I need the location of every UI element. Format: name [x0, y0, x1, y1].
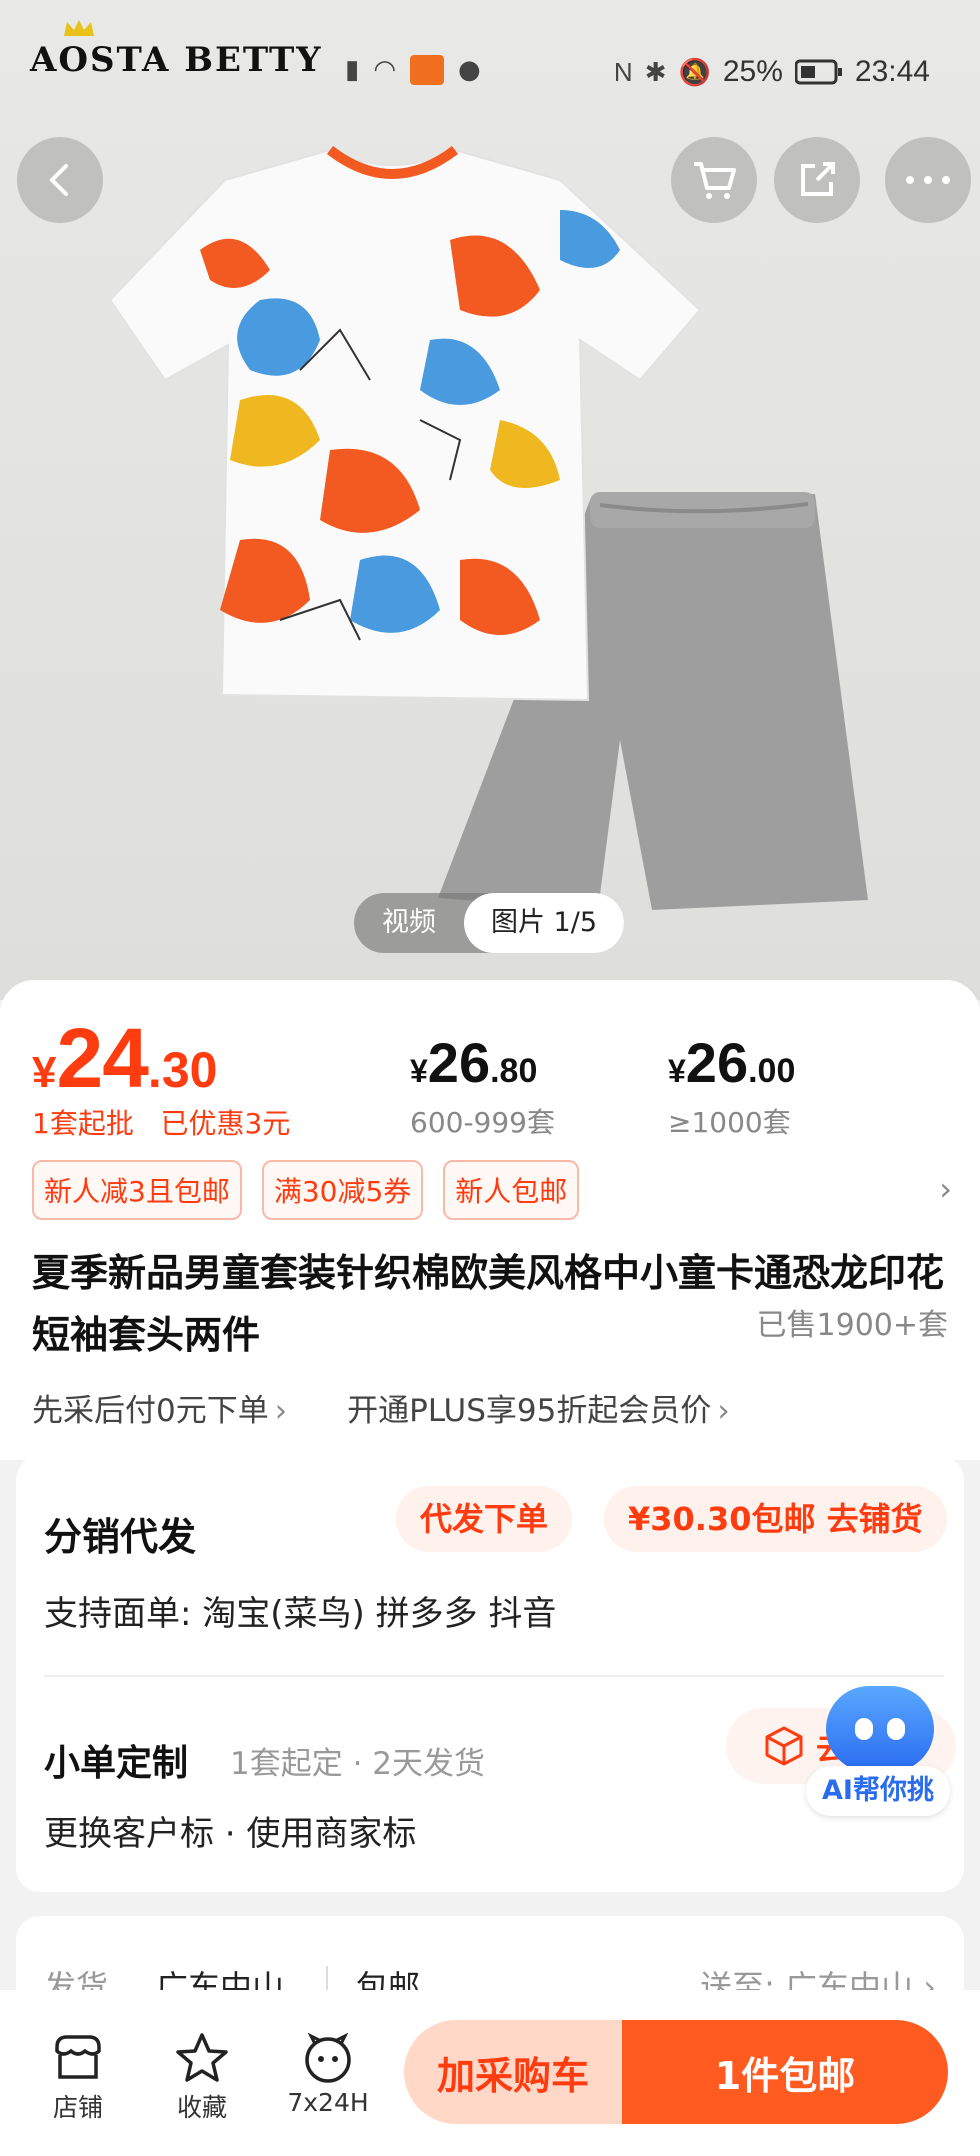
custom-order-options: 更换客户标 · 使用商家标: [44, 1814, 417, 1854]
bluetooth-icon: ✱: [644, 56, 667, 87]
service-icon: [305, 2032, 351, 2083]
distribution-title: 分销代发: [44, 1515, 197, 1559]
custom-order-title: 小单定制: [44, 1743, 189, 1784]
chevron-right-icon[interactable]: ›: [939, 1170, 952, 1208]
price-tier: ¥26.80 600-999套: [410, 1031, 555, 1139]
nfc-icon: N: [613, 56, 633, 87]
favorite-button[interactable]: 收藏: [152, 2028, 252, 2124]
tier-range: ≥1000套: [668, 1106, 791, 1139]
product-gallery[interactable]: AOSTA BETTY ▮ ◠ ● N ✱ 🔕 25% 23:44 视频 图片 …: [0, 0, 980, 1000]
back-icon: [49, 164, 68, 196]
add-to-cart-button[interactable]: 加采购车: [404, 2020, 622, 2124]
wifi-icon: ◠: [373, 55, 396, 85]
coupon-tag[interactable]: 新人减3且包邮: [32, 1160, 242, 1220]
promo-links: 先采后付0元下单 › 开通PLUS享95折起会员价 ›: [32, 1385, 730, 1430]
tab-photo[interactable]: 图片 1/5: [464, 893, 624, 953]
promo-pay-later[interactable]: 先采后付0元下单 ›: [32, 1385, 287, 1430]
discount-label: 已优惠3元: [160, 1107, 291, 1140]
waybill-support: 支持面单: 淘宝(菜鸟) 拼多多 抖音: [44, 1594, 557, 1634]
battery-percent: 25%: [722, 55, 783, 88]
divider: [44, 1675, 944, 1677]
promo-plus-member[interactable]: 开通PLUS享95折起会员价 ›: [347, 1385, 730, 1430]
wechat-icon: ●: [458, 55, 481, 85]
ai-robot-icon: [826, 1686, 934, 1772]
ai-assistant-label: AI帮你挑: [806, 1766, 950, 1816]
cart-button[interactable]: [671, 137, 757, 223]
shop-button[interactable]: 店铺: [28, 2028, 128, 2124]
share-icon: [801, 162, 835, 196]
sold-count: 已售1900+套: [756, 1308, 948, 1343]
app-notification-icon: [410, 55, 444, 85]
status-icons-left: ▮ ◠ ●: [345, 55, 481, 85]
dropship-order-button[interactable]: 代发下单: [396, 1486, 573, 1552]
status-icons-right: N ✱ 🔕 25% 23:44: [614, 55, 930, 89]
battery-icon: [794, 59, 842, 85]
tier-range: 600-999套: [410, 1106, 555, 1139]
coupon-list: 新人减3且包邮 满30减5券 新人包邮: [32, 1160, 580, 1220]
chevron-right-icon: ›: [717, 1393, 730, 1429]
cart-icon: [694, 162, 736, 199]
share-button[interactable]: [774, 137, 860, 223]
product-image[interactable]: [0, 120, 980, 940]
tab-video[interactable]: 视频: [354, 893, 464, 953]
stock-listing-button[interactable]: ¥30.30包邮 去铺货: [604, 1486, 947, 1552]
more-icon: [906, 176, 950, 184]
price-subtext: 1套起批 已优惠3元: [32, 1102, 290, 1142]
shop-icon: [55, 2035, 101, 2079]
media-toggle: 视频 图片 1/5: [354, 893, 624, 953]
product-info-card: ¥24.30 1套起批 已优惠3元 ¥26.80 600-999套 ¥26.00…: [0, 980, 980, 1460]
coupon-tag[interactable]: 满30减5券: [261, 1160, 424, 1220]
buy-now-button[interactable]: 1件包邮: [622, 2020, 948, 2124]
ai-assistant-button[interactable]: AI帮你挑: [806, 1686, 950, 1816]
customer-service-button[interactable]: 7x24H: [278, 2028, 378, 2117]
more-button[interactable]: [885, 137, 971, 223]
clock: 23:44: [854, 55, 930, 88]
crown-icon: [64, 20, 94, 36]
main-price: ¥24.30: [32, 1011, 218, 1105]
signal-icon: ▮: [345, 55, 360, 85]
bottom-action-bar: 店铺 收藏 7x24H 加采购车 1件包邮: [0, 1990, 980, 2156]
price-tier: ¥26.00 ≥1000套: [668, 1031, 796, 1139]
mute-icon: 🔕: [678, 56, 711, 87]
moq-label: 1套起批: [32, 1107, 134, 1140]
brand-logo: AOSTA BETTY: [30, 40, 323, 80]
chevron-right-icon: ›: [274, 1393, 288, 1429]
status-bar: AOSTA BETTY ▮ ◠ ● N ✱ 🔕 25% 23:44: [0, 0, 980, 130]
star-icon: [176, 2033, 228, 2082]
custom-order-meta: 1套起定 · 2天发货: [230, 1746, 486, 1782]
box-icon: [765, 1726, 803, 1766]
coupon-tag[interactable]: 新人包邮: [443, 1160, 580, 1220]
distribution-card: 分销代发 代发下单 ¥30.30包邮 去铺货 支持面单: 淘宝(菜鸟) 拼多多 …: [16, 1456, 964, 1892]
back-button[interactable]: [17, 137, 103, 223]
